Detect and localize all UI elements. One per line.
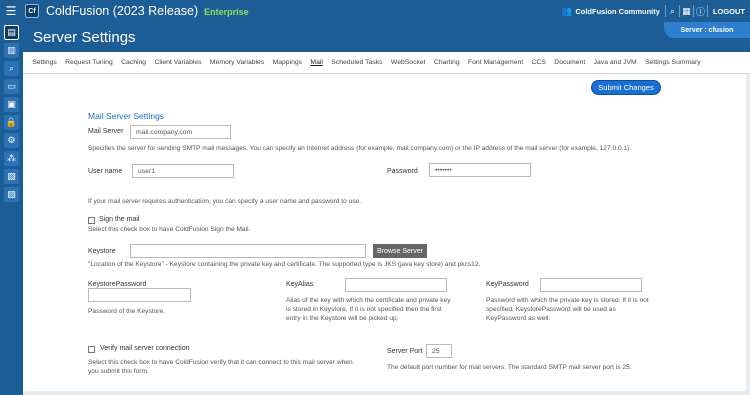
tab-font-management[interactable]: Font Management	[464, 59, 528, 66]
security-analyzer-icon[interactable]: ▧	[4, 169, 19, 184]
keystore-label: Keystore	[88, 248, 116, 255]
tab-settings-summary[interactable]: Settings Summary	[641, 59, 705, 66]
sign-mail-label: Sign the mail	[99, 216, 140, 223]
enterprise-manager-icon[interactable]: ⁂	[4, 151, 19, 166]
keystore-input[interactable]	[130, 244, 366, 258]
tab-charting[interactable]: Charting	[430, 59, 464, 66]
tab-mail[interactable]: Mail	[306, 59, 327, 66]
keypassword-label: KeyPassword	[486, 281, 529, 288]
mail-server-label: Mail Server	[88, 128, 124, 135]
verify-connection-label: Verify mail server connection	[100, 345, 190, 352]
data-services-icon[interactable]: ▥	[4, 43, 19, 58]
browse-server-button[interactable]: Browse Server	[373, 244, 427, 258]
tab-java-and-jvm[interactable]: Java and JVM	[589, 59, 640, 66]
sign-mail-checkbox[interactable]	[88, 217, 95, 224]
tab-ccs[interactable]: CCS	[527, 59, 550, 66]
page-title: Server Settings	[33, 29, 136, 46]
username-label: User name	[88, 168, 123, 175]
keypassword-input[interactable]	[540, 278, 642, 292]
server-settings-icon[interactable]: ▤	[4, 25, 19, 40]
coldfusion-logo: Cf	[25, 4, 39, 18]
keystore-password-label: KeystorePassword	[88, 281, 147, 288]
username-input[interactable]: user1	[132, 164, 234, 178]
password-label: Password	[387, 168, 418, 175]
community-link[interactable]: 👥 ColdFusion Community	[556, 5, 666, 17]
submit-changes-button[interactable]: Submit Changes	[591, 80, 661, 95]
keystore-password-input[interactable]	[88, 288, 191, 302]
top-right-tools: 👥 ColdFusion Community ⌕ ▦ ⓘ LOGOUT	[556, 0, 750, 22]
server-monitoring-icon[interactable]: ▭	[4, 79, 19, 94]
server-port-input[interactable]: 25	[426, 344, 452, 358]
tab-caching[interactable]: Caching	[117, 59, 150, 66]
tab-settings[interactable]: Settings	[28, 59, 61, 66]
tab-client-variables[interactable]: Client Variables	[150, 59, 205, 66]
settings-nav: Settings Request Tuning Caching Client V…	[23, 52, 750, 74]
server-port-label: Server Port	[387, 348, 423, 355]
community-label: ColdFusion Community	[575, 6, 660, 16]
keystore-description: "Location of the Keystore" - Keystore co…	[88, 261, 481, 268]
keyalias-input[interactable]	[345, 278, 447, 292]
keystore-password-description: Password of the Keystore.	[88, 308, 165, 315]
keyalias-description-line-3: entry in the Keystore will be picked up.	[286, 315, 399, 322]
search-icon[interactable]: ⌕	[666, 5, 680, 17]
tab-mappings[interactable]: Mappings	[268, 59, 306, 66]
api-manager-icon[interactable]: ▨	[4, 187, 19, 202]
tab-document[interactable]: Document	[550, 59, 589, 66]
left-nav-rail: ▤ ▥ ⌕ ▭ ▣ 🔒 ⚙ ⁂ ▧ ▨	[0, 22, 23, 395]
event-gateways-icon[interactable]: ▣	[4, 97, 19, 112]
hamburger-icon[interactable]: ☰	[0, 0, 22, 22]
password-input[interactable]: •••••••	[429, 163, 531, 177]
edition-label: Enterprise	[204, 7, 249, 17]
verify-connection-description-line-2: you submit this form.	[88, 368, 149, 375]
packaging-icon[interactable]: ⚙	[4, 133, 19, 148]
tab-memory-variables[interactable]: Memory Variables	[206, 59, 269, 66]
debugging-icon[interactable]: ⌕	[4, 61, 19, 76]
tab-scheduled-tasks[interactable]: Scheduled Tasks	[327, 59, 387, 66]
grid-icon[interactable]: ▦	[680, 5, 694, 17]
section-title: Mail Server Settings	[88, 111, 165, 121]
bottom-edge	[23, 391, 750, 395]
page-header: Server Settings Server : cfusion	[23, 22, 750, 52]
logout-button[interactable]: LOGOUT	[708, 7, 750, 16]
app-title: ColdFusion (2023 Release)	[46, 4, 199, 18]
tab-request-tuning[interactable]: Request Tuning	[61, 59, 117, 66]
security-icon[interactable]: 🔒	[4, 115, 19, 130]
sign-mail-description: Select this check box to have ColdFusion…	[88, 226, 251, 233]
keyalias-label: KeyAlias	[286, 281, 314, 288]
tab-websocket[interactable]: WebSocket	[387, 59, 430, 66]
info-icon[interactable]: ⓘ	[694, 5, 708, 17]
server-badge: Server : cfusion	[664, 22, 750, 38]
mail-server-input[interactable]: mail.company.com	[130, 125, 231, 139]
auth-description: If your mail server requires authenticat…	[88, 198, 362, 205]
top-bar: ☰ Cf ColdFusion (2023 Release) Enterpris…	[0, 0, 750, 22]
mail-settings-panel: Submit Changes Mail Server Settings Mail…	[23, 74, 746, 391]
server-port-description: The default port number for mail servers…	[387, 364, 632, 371]
keypassword-description-line-3: KeyPassword as well.	[486, 315, 551, 322]
mail-server-description: Specifies the server for sending SMTP ma…	[88, 145, 632, 152]
people-icon: 👥	[561, 5, 573, 16]
verify-connection-checkbox[interactable]	[88, 346, 95, 353]
